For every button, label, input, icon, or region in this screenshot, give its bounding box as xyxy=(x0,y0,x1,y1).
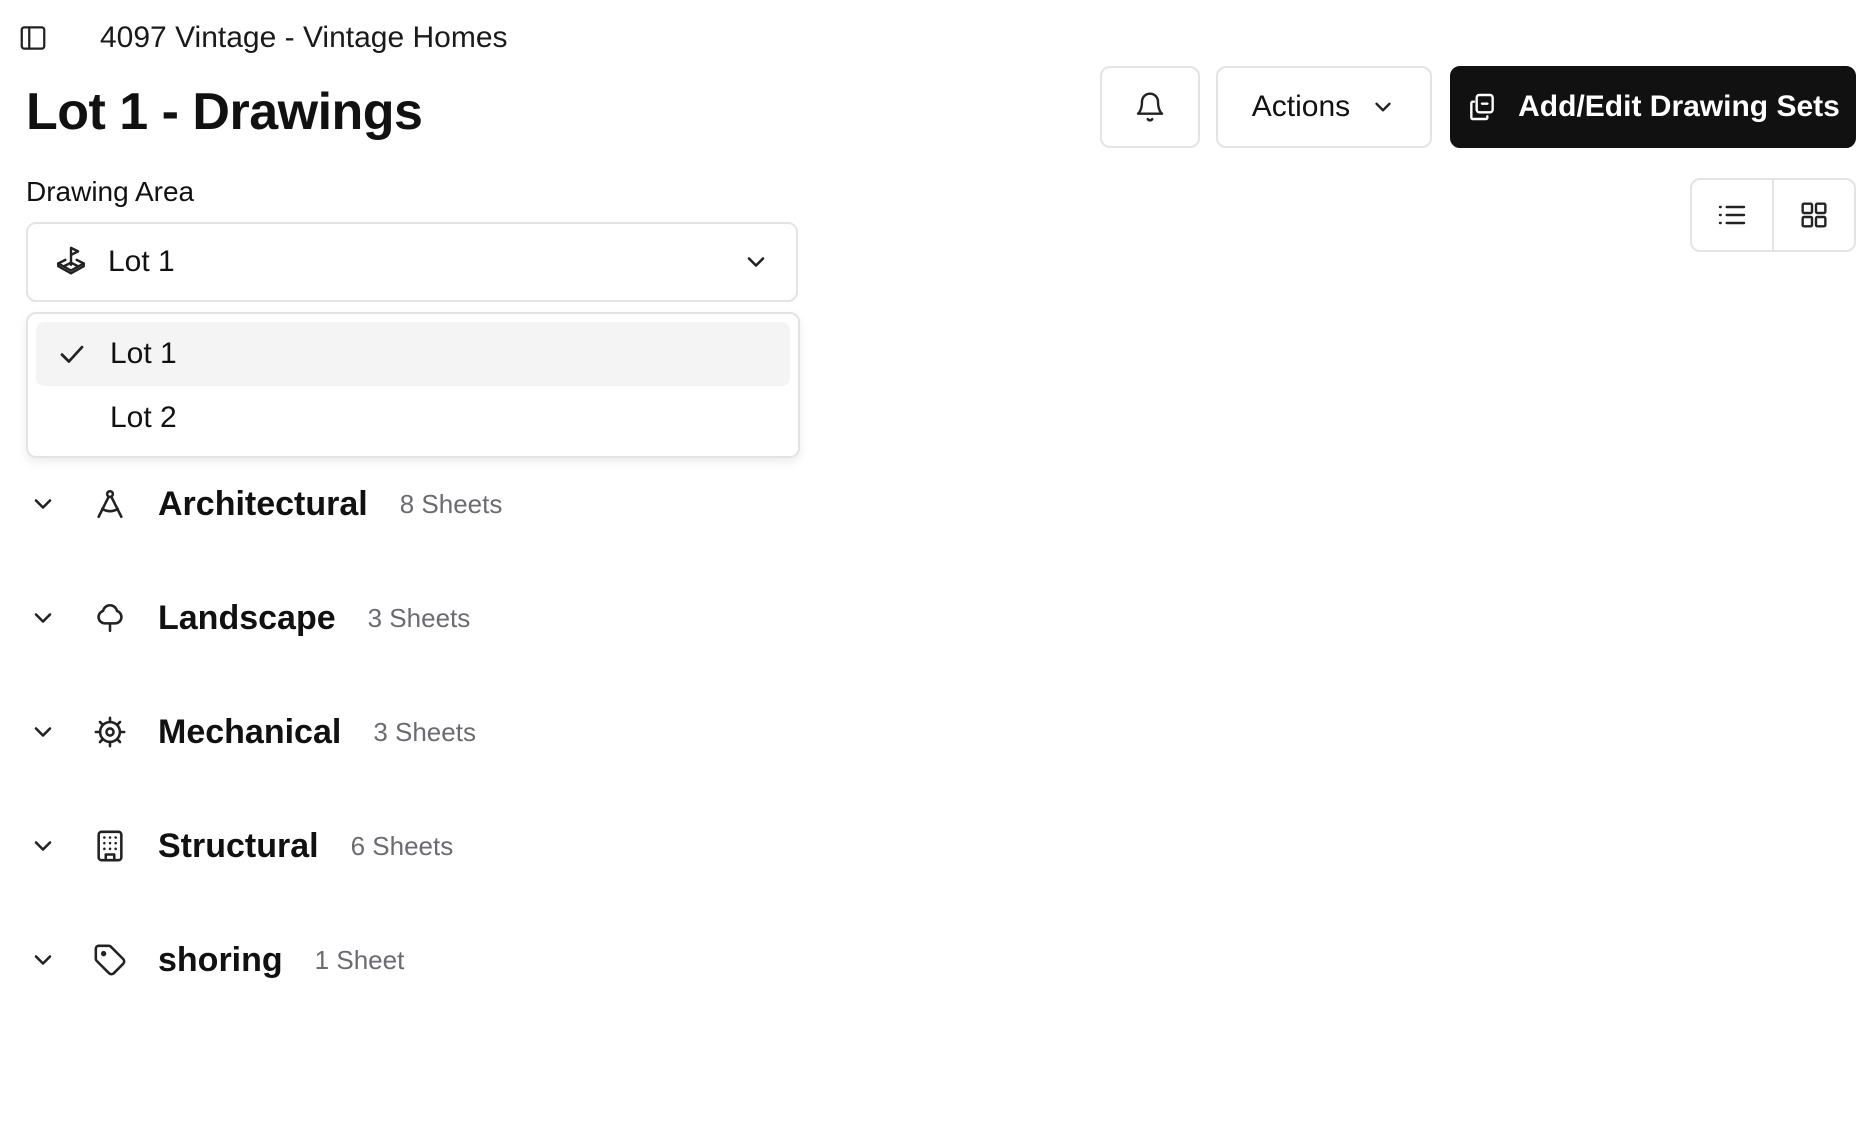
page-title: Lot 1 - Drawings xyxy=(26,83,423,141)
category-structural[interactable]: Structural 6 Sheets xyxy=(26,816,453,876)
category-sheet-count: 3 Sheets xyxy=(367,602,471,633)
chevron-down-icon xyxy=(1375,102,1391,112)
list-view-button[interactable] xyxy=(1692,180,1772,250)
option-label: Lot 2 xyxy=(110,401,177,434)
category-name: Landscape xyxy=(158,598,336,637)
notifications-button[interactable] xyxy=(1100,66,1200,148)
grid-view-button[interactable] xyxy=(1772,180,1854,250)
sidebar-panel-icon xyxy=(20,26,46,50)
category-architectural[interactable]: Architectural 8 Sheets xyxy=(26,474,502,534)
drawing-area-dropdown: Lot 1 Lot 2 xyxy=(26,312,800,458)
category-name: Structural xyxy=(158,826,319,865)
list-icon xyxy=(1718,205,1746,225)
category-sheet-count: 8 Sheets xyxy=(399,488,503,519)
actions-button-label: Actions xyxy=(1251,90,1351,123)
chevron-down-icon[interactable] xyxy=(26,943,60,977)
add-edit-drawing-sets-button[interactable]: Add/Edit Drawing Sets xyxy=(1450,66,1856,148)
check-icon xyxy=(52,334,92,374)
option-label: Lot 1 xyxy=(110,337,177,370)
add-edit-drawing-sets-label: Add/Edit Drawing Sets xyxy=(1518,90,1840,123)
category-sheet-count: 6 Sheets xyxy=(350,830,454,861)
category-sheet-count: 3 Sheets xyxy=(373,716,476,747)
cog-icon xyxy=(90,712,130,752)
category-shoring[interactable]: shoring 1 Sheet xyxy=(26,930,404,990)
drawing-area-select[interactable]: Lot 1 xyxy=(26,222,798,302)
building-icon xyxy=(90,826,130,866)
copy-link-icon xyxy=(1470,93,1495,121)
sidebar-toggle-button[interactable] xyxy=(16,21,50,55)
top-bar: 4097 Vintage - Vintage Homes xyxy=(20,20,508,56)
drawing-area-selected-value: Lot 1 xyxy=(108,245,175,278)
category-landscape[interactable]: Landscape 3 Sheets xyxy=(26,588,470,648)
category-mechanical[interactable]: Mechanical 3 Sheets xyxy=(26,702,476,762)
view-toggle xyxy=(1690,178,1856,252)
actions-button[interactable]: Actions xyxy=(1216,66,1432,148)
category-name: shoring xyxy=(158,940,283,979)
compass-icon xyxy=(90,484,130,524)
project-title: 4097 Vintage - Vintage Homes xyxy=(100,21,508,54)
grid-icon xyxy=(1801,202,1827,228)
drawing-area-label: Drawing Area xyxy=(26,176,195,207)
bell-icon xyxy=(1136,92,1164,122)
chevron-down-icon[interactable] xyxy=(26,715,60,749)
chevron-down-icon[interactable] xyxy=(26,601,60,635)
chevron-down-icon[interactable] xyxy=(26,829,60,863)
chevron-down-icon xyxy=(747,257,765,267)
drawing-area-option-lot-2[interactable]: Lot 2 xyxy=(36,386,790,450)
category-name: Mechanical xyxy=(158,712,342,751)
chevron-down-icon[interactable] xyxy=(26,487,60,521)
drawing-area-option-lot-1[interactable]: Lot 1 xyxy=(36,322,790,386)
map-flag-icon xyxy=(57,246,85,275)
tree-icon xyxy=(90,598,130,638)
tag-icon xyxy=(90,940,130,980)
category-sheet-count: 1 Sheet xyxy=(314,944,405,975)
category-name: Architectural xyxy=(158,484,368,523)
